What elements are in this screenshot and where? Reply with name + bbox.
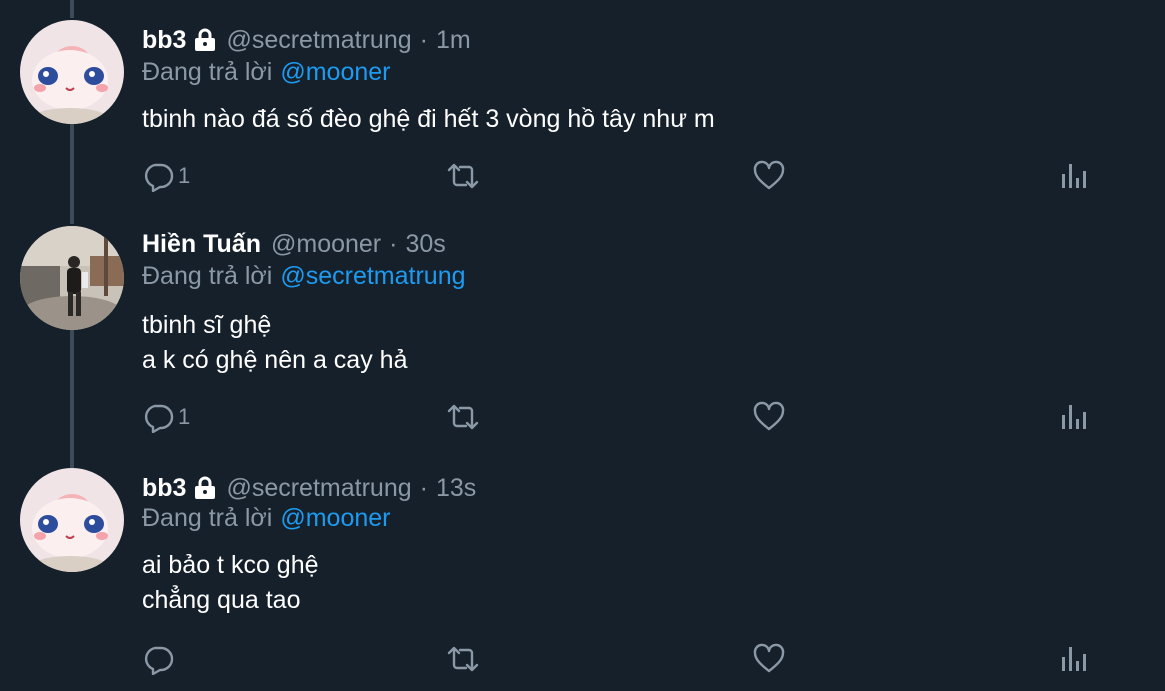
analytics-button[interactable] bbox=[1060, 639, 1090, 679]
user-handle[interactable]: @secretmatrung bbox=[226, 26, 411, 55]
tweet-text-line: ai bảo t kco ghệ bbox=[142, 551, 319, 579]
display-name[interactable]: Hiền Tuấn bbox=[142, 230, 261, 259]
reply-button[interactable]: 1 bbox=[142, 397, 190, 437]
lock-icon bbox=[194, 476, 216, 500]
replying-to: Đang trả lời @mooner bbox=[142, 58, 391, 87]
like-button[interactable] bbox=[752, 156, 786, 196]
tweet-header: Hiền Tuấn @mooner · 30s bbox=[142, 226, 446, 262]
replying-to-label: Đang trả lời bbox=[142, 58, 273, 86]
reply-count: 1 bbox=[178, 404, 191, 429]
tweet-text-line: chẳng qua tao bbox=[142, 586, 301, 614]
replying-to-label: Đang trả lời bbox=[142, 262, 273, 290]
replying-to-label: Đang trả lời bbox=[142, 504, 273, 532]
user-handle[interactable]: @mooner bbox=[271, 230, 381, 259]
reply-button[interactable]: 1 bbox=[142, 156, 190, 196]
reply-mention-link[interactable]: @secretmatrung bbox=[280, 262, 465, 290]
tweet-header: bb3 @secretmatrung · 1m bbox=[142, 22, 471, 58]
separator-dot: · bbox=[389, 229, 398, 258]
avatar[interactable] bbox=[20, 20, 124, 124]
tweet-text: ai bảo t kco ghệ chẳng qua tao bbox=[142, 548, 319, 618]
reply-count: 1 bbox=[178, 163, 191, 188]
tweet-actions: 1 bbox=[0, 397, 1165, 437]
like-button[interactable] bbox=[752, 639, 786, 679]
street-photo-avatar-image bbox=[20, 226, 124, 330]
tweet-actions: 1 bbox=[0, 156, 1165, 196]
tweet-text-line: tbinh nào đá số đèo ghệ đi hết 3 vòng hồ… bbox=[142, 105, 715, 133]
analytics-icon bbox=[1062, 647, 1086, 671]
avatar[interactable] bbox=[20, 468, 124, 572]
user-handle[interactable]: @secretmatrung bbox=[226, 474, 411, 503]
display-name[interactable]: bb3 bbox=[142, 26, 186, 55]
tweet-text-line: a k có ghệ nên a cay hả bbox=[142, 346, 408, 374]
reply-icon bbox=[144, 646, 174, 675]
heart-icon bbox=[753, 643, 785, 673]
reply-mention-link[interactable]: @mooner bbox=[280, 58, 390, 86]
bunny-avatar-image bbox=[20, 468, 124, 572]
like-button[interactable] bbox=[752, 397, 786, 437]
retweet-icon bbox=[447, 646, 479, 672]
reply-icon bbox=[144, 404, 174, 433]
separator-dot: · bbox=[419, 25, 428, 54]
tweet[interactable]: Hiền Tuấn @mooner · 30s Đang trả lời @sec… bbox=[0, 226, 1165, 456]
retweet-button[interactable] bbox=[445, 397, 481, 437]
analytics-icon bbox=[1062, 164, 1086, 188]
tweet-header: bb3 @secretmatrung · 13s bbox=[142, 470, 476, 506]
analytics-button[interactable] bbox=[1060, 156, 1090, 196]
heart-icon bbox=[753, 160, 785, 190]
bunny-avatar-image bbox=[20, 20, 124, 124]
analytics-button[interactable] bbox=[1060, 397, 1090, 437]
timestamp[interactable]: 13s bbox=[436, 474, 476, 503]
retweet-icon bbox=[447, 163, 479, 189]
timestamp[interactable]: 1m bbox=[436, 26, 471, 55]
tweet[interactable]: bb3 @secretmatrung · 1m Đang trả lời @moo… bbox=[0, 20, 1165, 220]
retweet-button[interactable] bbox=[445, 639, 481, 679]
separator-dot: · bbox=[419, 473, 428, 502]
analytics-icon bbox=[1062, 405, 1086, 429]
retweet-icon bbox=[447, 404, 479, 430]
timestamp[interactable]: 30s bbox=[405, 230, 445, 259]
replying-to: Đang trả lời @mooner bbox=[142, 504, 391, 533]
reply-button[interactable] bbox=[142, 639, 178, 679]
tweet-text-line: tbinh sĩ ghệ bbox=[142, 311, 272, 339]
avatar[interactable] bbox=[20, 226, 124, 330]
replying-to: Đang trả lời @secretmatrung bbox=[142, 262, 466, 291]
display-name[interactable]: bb3 bbox=[142, 474, 186, 503]
retweet-button[interactable] bbox=[445, 156, 481, 196]
tweet-actions bbox=[0, 639, 1165, 679]
lock-icon bbox=[194, 28, 216, 52]
reply-mention-link[interactable]: @mooner bbox=[280, 504, 390, 532]
tweet-text: tbinh nào đá số đèo ghệ đi hết 3 vòng hồ… bbox=[142, 102, 715, 137]
reply-icon bbox=[144, 163, 174, 192]
heart-icon bbox=[753, 401, 785, 431]
tweet[interactable]: bb3 @secretmatrung · 13s Đang trả lời @mo… bbox=[0, 468, 1165, 691]
tweet-text: tbinh sĩ ghệ a k có ghệ nên a cay hả bbox=[142, 308, 407, 378]
thread-connector bbox=[70, 0, 74, 18]
